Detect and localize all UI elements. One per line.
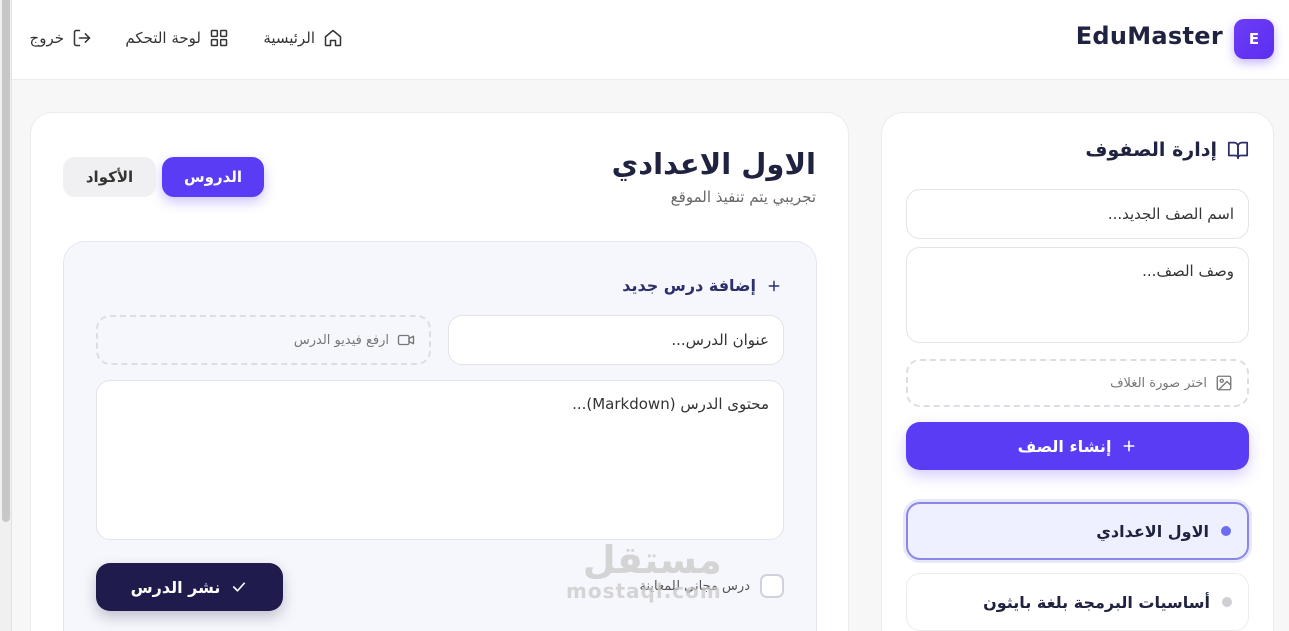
free-preview-checkbox[interactable] [760,574,784,598]
lesson-video-label: ارفع فيديو الدرس [293,332,389,348]
add-lesson-form: إضافة درس جديد عنوان الدرس... ارفع فيديو… [63,241,817,631]
home-icon [324,29,342,47]
top-header: E EduMaster الرئيسية لوحة التحكم خروج [12,0,1289,80]
nav-dashboard-label: لوحة التحكم [125,29,201,47]
inactive-dot-icon [1222,597,1232,607]
add-lesson-title: إضافة درس جديد [622,276,782,295]
book-open-icon [1227,141,1249,160]
publish-lesson-button[interactable]: نشر الدرس [96,563,283,611]
lesson-title-placeholder: عنوان الدرس... [671,331,769,349]
active-dot-icon [1221,526,1231,536]
create-class-button[interactable]: إنشاء الصف [906,422,1249,470]
nav-logout[interactable]: خروج [30,28,92,48]
class-item-python-basics[interactable]: أساسيات البرمجة بلغة بايثون [906,573,1249,631]
nav-dashboard[interactable]: لوحة التحكم [125,28,229,48]
course-subtitle: تجريبي يتم تنفيذ الموقع [670,188,816,206]
class-item-label: أساسيات البرمجة بلغة بايثون [983,592,1210,612]
plus-icon [768,280,780,291]
image-icon [1216,375,1232,391]
publish-lesson-label: نشر الدرس [130,577,221,597]
classes-panel-title: إدارة الصفوف [1085,139,1249,161]
lesson-title-input[interactable]: عنوان الدرس... [448,315,784,365]
logo-badge[interactable]: E [1234,19,1274,59]
nav-logout-label: خروج [29,29,64,47]
tab-codes[interactable]: الأكواد [63,157,156,197]
video-icon [397,334,415,346]
add-lesson-title-text: إضافة درس جديد [622,276,756,295]
nav-home[interactable]: الرئيسية [263,28,343,48]
create-class-label: إنشاء الصف [1017,436,1112,456]
logout-icon [73,29,91,47]
class-description-placeholder: وصف الصف... [1142,262,1234,280]
check-icon [233,582,246,592]
page-scrollbar[interactable] [0,0,12,631]
lesson-content-placeholder: محتوى الدرس (Markdown)... [572,395,769,413]
class-description-input[interactable]: وصف الصف... [906,247,1249,343]
tab-lessons[interactable]: الدروس [162,157,264,197]
class-item-first-prep[interactable]: الاول الاعدادي [906,502,1249,560]
free-preview-toggle[interactable]: درس مجاني للمعاينة [639,574,784,598]
class-name-input[interactable]: اسم الصف الجديد... [906,189,1249,239]
cover-image-upload[interactable]: اختر صورة الغلاف [906,359,1249,407]
course-title: الاول الاعدادي [611,147,816,181]
scrollbar-thumb[interactable] [2,0,10,522]
free-preview-label: درس مجاني للمعاينة [639,578,751,594]
brand-name[interactable]: EduMaster [1076,22,1223,50]
nav-home-label: الرئيسية [263,29,315,47]
classes-panel-title-text: إدارة الصفوف [1085,139,1217,161]
class-name-placeholder: اسم الصف الجديد... [1107,205,1234,223]
class-item-label: الاول الاعدادي [1096,521,1209,541]
course-panel: الاول الاعدادي تجريبي يتم تنفيذ الموقع ا… [30,112,849,631]
lesson-video-upload[interactable]: ارفع فيديو الدرس [96,315,431,365]
plus-icon [1123,440,1135,452]
dashboard-icon [210,29,228,47]
cover-image-label: اختر صورة الغلاف [1110,375,1207,391]
lesson-content-textarea[interactable]: محتوى الدرس (Markdown)... [96,380,784,540]
classes-panel: إدارة الصفوف اسم الصف الجديد... وصف الصف… [881,112,1274,631]
